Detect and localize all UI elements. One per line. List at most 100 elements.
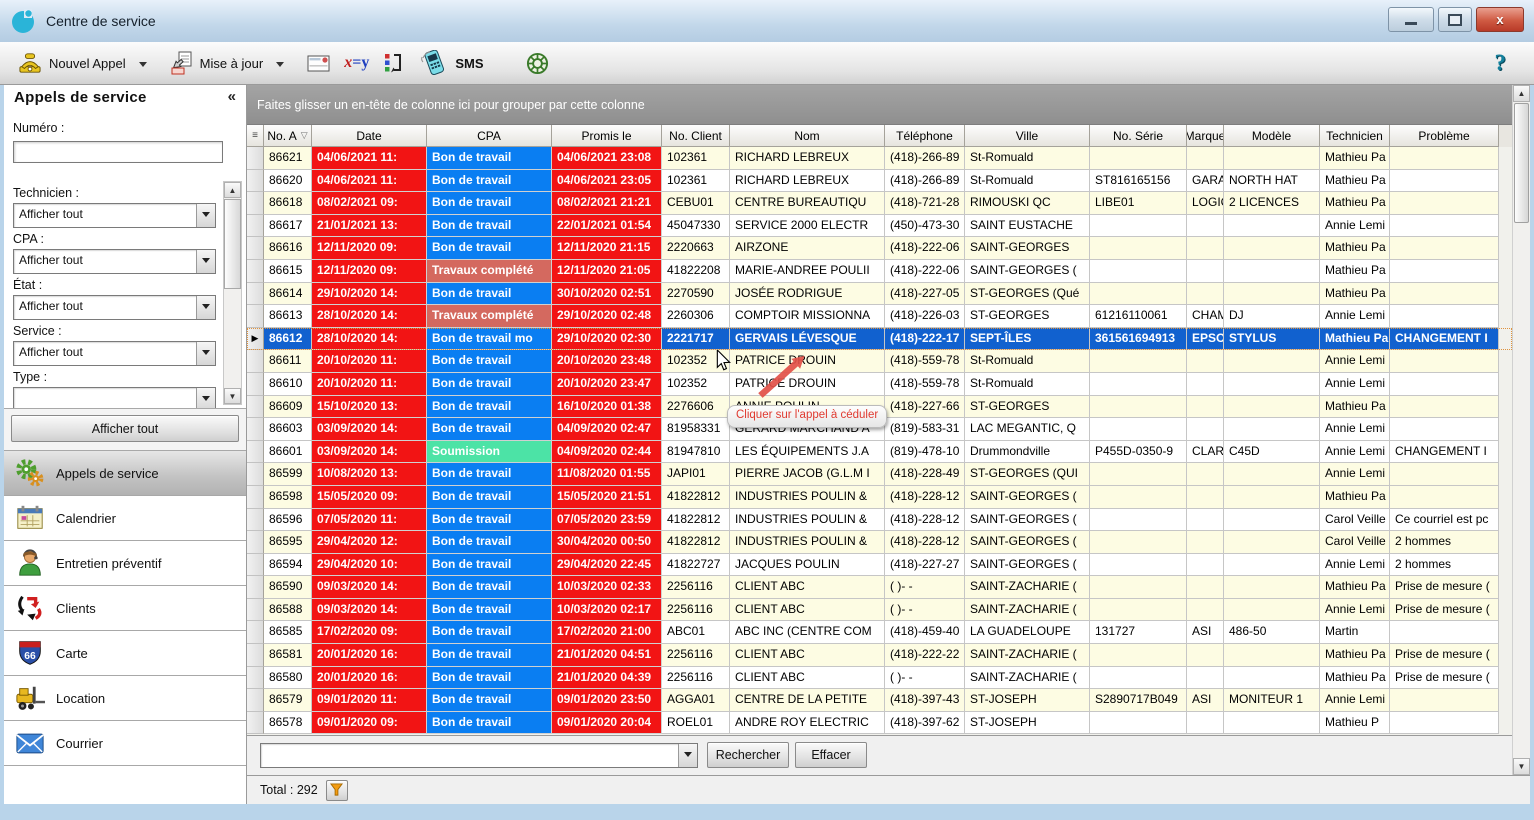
cell-ville[interactable]: SAINT-ZACHARIE ( [965, 598, 1090, 622]
cell-ville[interactable]: SEPT-ÎLES [965, 327, 1090, 351]
cell-probleme[interactable] [1390, 259, 1499, 283]
cell-date[interactable]: 04/06/2021 11: [312, 169, 427, 193]
cell-serie[interactable] [1090, 553, 1187, 577]
cell-serie[interactable] [1090, 463, 1187, 486]
cell-tech[interactable]: Annie Lemi [1320, 689, 1390, 712]
cell-marque[interactable]: LOGIC [1187, 192, 1224, 215]
cell-nom[interactable]: PATRICE DROUIN [730, 350, 885, 373]
grid-row-86620[interactable]: 86620 04/06/2021 11: Bon de travail 04/06/2… [247, 169, 1512, 193]
cell-tech[interactable]: Annie Lemi [1320, 440, 1390, 464]
scroll-down-icon[interactable]: ▼ [224, 388, 241, 404]
cell-marque[interactable]: ASI [1187, 621, 1224, 645]
cell-cpa[interactable]: Bon de travail [427, 237, 552, 260]
cell-tel[interactable]: (418)-721-28 [885, 192, 965, 215]
cell-promis[interactable]: 07/05/2020 23:59 [552, 508, 662, 532]
cell-tech[interactable]: Annie Lemi [1320, 214, 1390, 238]
cell-modele[interactable] [1224, 508, 1320, 532]
cell-cpa[interactable]: Travaux complété [427, 259, 552, 283]
cell-nom[interactable]: COMPTOIR MISSIONNA [730, 305, 885, 328]
cell-cpa[interactable]: Bon de travail [427, 621, 552, 645]
cell-marque[interactable] [1187, 282, 1224, 306]
filter-combo-2[interactable]: Afficher tout [13, 295, 216, 320]
cell-nom[interactable]: PATRICE DROUIN [730, 372, 885, 396]
cell-nom[interactable]: CENTRE BUREAUTIQU [730, 192, 885, 215]
cell-client[interactable]: 41822812 [662, 531, 730, 554]
cell-modele[interactable] [1224, 418, 1320, 441]
cell-date[interactable]: 09/03/2020 14: [312, 598, 427, 622]
cell-probleme[interactable] [1390, 395, 1499, 419]
cell-tech[interactable]: Mathieu Pa [1320, 666, 1390, 690]
sidebar-item-calendrier[interactable]: Calendrier [4, 496, 246, 541]
cell-promis[interactable]: 08/02/2021 21:21 [552, 192, 662, 215]
cell-nom[interactable]: LES ÉQUIPEMENTS J.A [730, 440, 885, 464]
cell-nom[interactable]: JACQUES POULIN [730, 553, 885, 577]
cell-tel[interactable]: (418)-226-03 [885, 305, 965, 328]
cell-date[interactable]: 20/01/2020 16: [312, 644, 427, 667]
cell-serie[interactable] [1090, 644, 1187, 667]
cell-cpa[interactable]: Bon de travail [427, 666, 552, 690]
cell-probleme[interactable] [1390, 463, 1499, 486]
cell-modele[interactable] [1224, 531, 1320, 554]
cell-marque[interactable] [1187, 463, 1224, 486]
cell-probleme[interactable] [1390, 418, 1499, 441]
cell-cpa[interactable]: Bon de travail [427, 214, 552, 238]
maximize-button[interactable] [1438, 7, 1472, 32]
cell-serie[interactable] [1090, 576, 1187, 599]
grid-row-86594[interactable]: 86594 29/04/2020 10: Bon de travail 29/04/2… [247, 553, 1512, 577]
cell-client[interactable]: ABC01 [662, 621, 730, 645]
cell-promis[interactable]: 29/10/2020 02:48 [552, 305, 662, 328]
cell-no[interactable]: 86620 [264, 169, 312, 193]
filter-combo-dropdown[interactable] [196, 388, 215, 408]
column-header-serie[interactable]: No. Série [1090, 125, 1187, 147]
cell-ville[interactable]: SAINT-ZACHARIE ( [965, 644, 1090, 667]
column-header-tel[interactable]: Téléphone [885, 125, 965, 147]
column-header-promis[interactable]: Promis le [552, 125, 662, 147]
cell-tech[interactable]: Mathieu Pa [1320, 192, 1390, 215]
column-header-no[interactable]: No. A ▽ [264, 125, 312, 147]
cell-probleme[interactable] [1390, 372, 1499, 396]
cell-serie[interactable] [1090, 350, 1187, 373]
scroll-up-icon[interactable]: ▲ [1513, 85, 1530, 102]
cell-client[interactable]: 2270590 [662, 282, 730, 306]
sidebar-item-carte[interactable]: 66 Carte [4, 631, 246, 676]
cell-modele[interactable] [1224, 259, 1320, 283]
cell-probleme[interactable]: 2 hommes [1390, 531, 1499, 554]
minimize-button[interactable] [1388, 7, 1434, 32]
cell-probleme[interactable]: 2 hommes [1390, 553, 1499, 577]
cell-tech[interactable]: Mathieu Pa [1320, 147, 1390, 170]
cell-tech[interactable]: Annie Lemi [1320, 372, 1390, 396]
cell-client[interactable]: 2221717 [662, 327, 730, 351]
cell-no[interactable]: 86596 [264, 508, 312, 532]
column-header-client[interactable]: No. Client [662, 125, 730, 147]
cell-serie[interactable]: P455D-0350-9 [1090, 440, 1187, 464]
cell-date[interactable]: 29/04/2020 10: [312, 553, 427, 577]
cell-modele[interactable]: MONITEUR 1 [1224, 689, 1320, 712]
cell-tel[interactable]: (418)-459-40 [885, 621, 965, 645]
cell-client[interactable]: 102352 [662, 372, 730, 396]
filter-combo-dropdown[interactable] [196, 296, 215, 319]
cell-tech[interactable]: Annie Lemi [1320, 305, 1390, 328]
grid-row-86613[interactable]: 86613 28/10/2020 14: Travaux complété 29/10… [247, 305, 1512, 328]
grid-row-86585[interactable]: 86585 17/02/2020 09: Bon de travail 17/02/2… [247, 621, 1512, 645]
cell-ville[interactable]: SAINT-ZACHARIE ( [965, 666, 1090, 690]
cell-modele[interactable]: 2 LICENCES [1224, 192, 1320, 215]
cell-ville[interactable]: SAINT-GEORGES ( [965, 531, 1090, 554]
cell-no[interactable]: 86609 [264, 395, 312, 419]
cell-marque[interactable]: CHAMI [1187, 305, 1224, 328]
cell-date[interactable]: 09/01/2020 11: [312, 689, 427, 712]
cell-cpa[interactable]: Bon de travail [427, 282, 552, 306]
wheel-button[interactable] [519, 49, 556, 78]
cell-marque[interactable]: EPSON [1187, 327, 1224, 351]
cell-marque[interactable] [1187, 531, 1224, 554]
cell-tech[interactable]: Annie Lemi [1320, 463, 1390, 486]
cell-ville[interactable]: LAC MEGANTIC, Q [965, 418, 1090, 441]
cell-tech[interactable]: Mathieu Pa [1320, 327, 1390, 351]
cell-marque[interactable] [1187, 485, 1224, 509]
cell-serie[interactable]: ST816165156 [1090, 169, 1187, 193]
filter-combo-3[interactable]: Afficher tout [13, 341, 216, 366]
cell-tel[interactable]: (418)-222-06 [885, 237, 965, 260]
cell-client[interactable]: AGGA01 [662, 689, 730, 712]
cell-probleme[interactable] [1390, 485, 1499, 509]
cell-marque[interactable]: ASI [1187, 689, 1224, 712]
column-header-cpa[interactable]: CPA [427, 125, 552, 147]
